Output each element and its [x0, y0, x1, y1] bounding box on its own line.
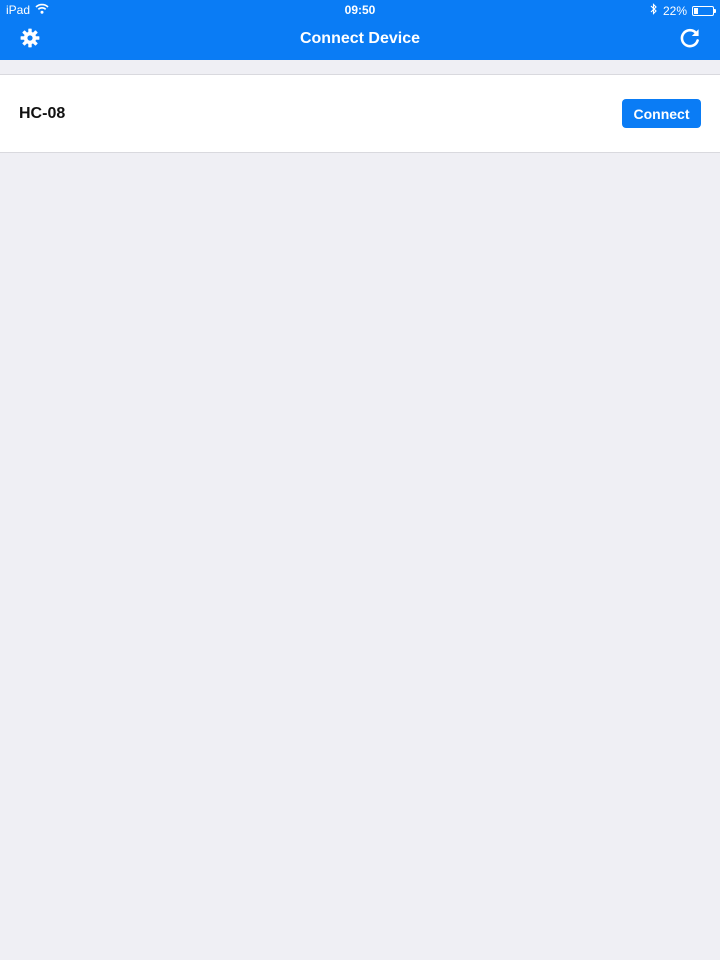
navigation-bar: Connect Device — [0, 20, 720, 60]
status-bar: iPad 09:50 22% — [0, 0, 720, 20]
page-title: Connect Device — [299, 30, 421, 47]
top-bar: iPad 09:50 22% Connect Device — [0, 0, 720, 60]
bluetooth-icon — [650, 3, 658, 18]
device-name: HC-08 — [19, 105, 66, 122]
battery-percent: 22% — [662, 3, 687, 18]
connect-device-screen: iPad 09:50 22% Connect Device HC-08 Conn… — [0, 0, 720, 960]
status-time: 09:50 — [344, 3, 376, 17]
battery-level — [694, 7, 698, 14]
device-list-item: HC-08 Connect — [0, 74, 720, 153]
refresh-icon — [679, 27, 701, 54]
status-right: 22% — [650, 3, 716, 18]
refresh-button[interactable] — [676, 26, 704, 54]
battery-icon — [692, 5, 716, 16]
connect-button[interactable]: Connect — [622, 99, 701, 128]
